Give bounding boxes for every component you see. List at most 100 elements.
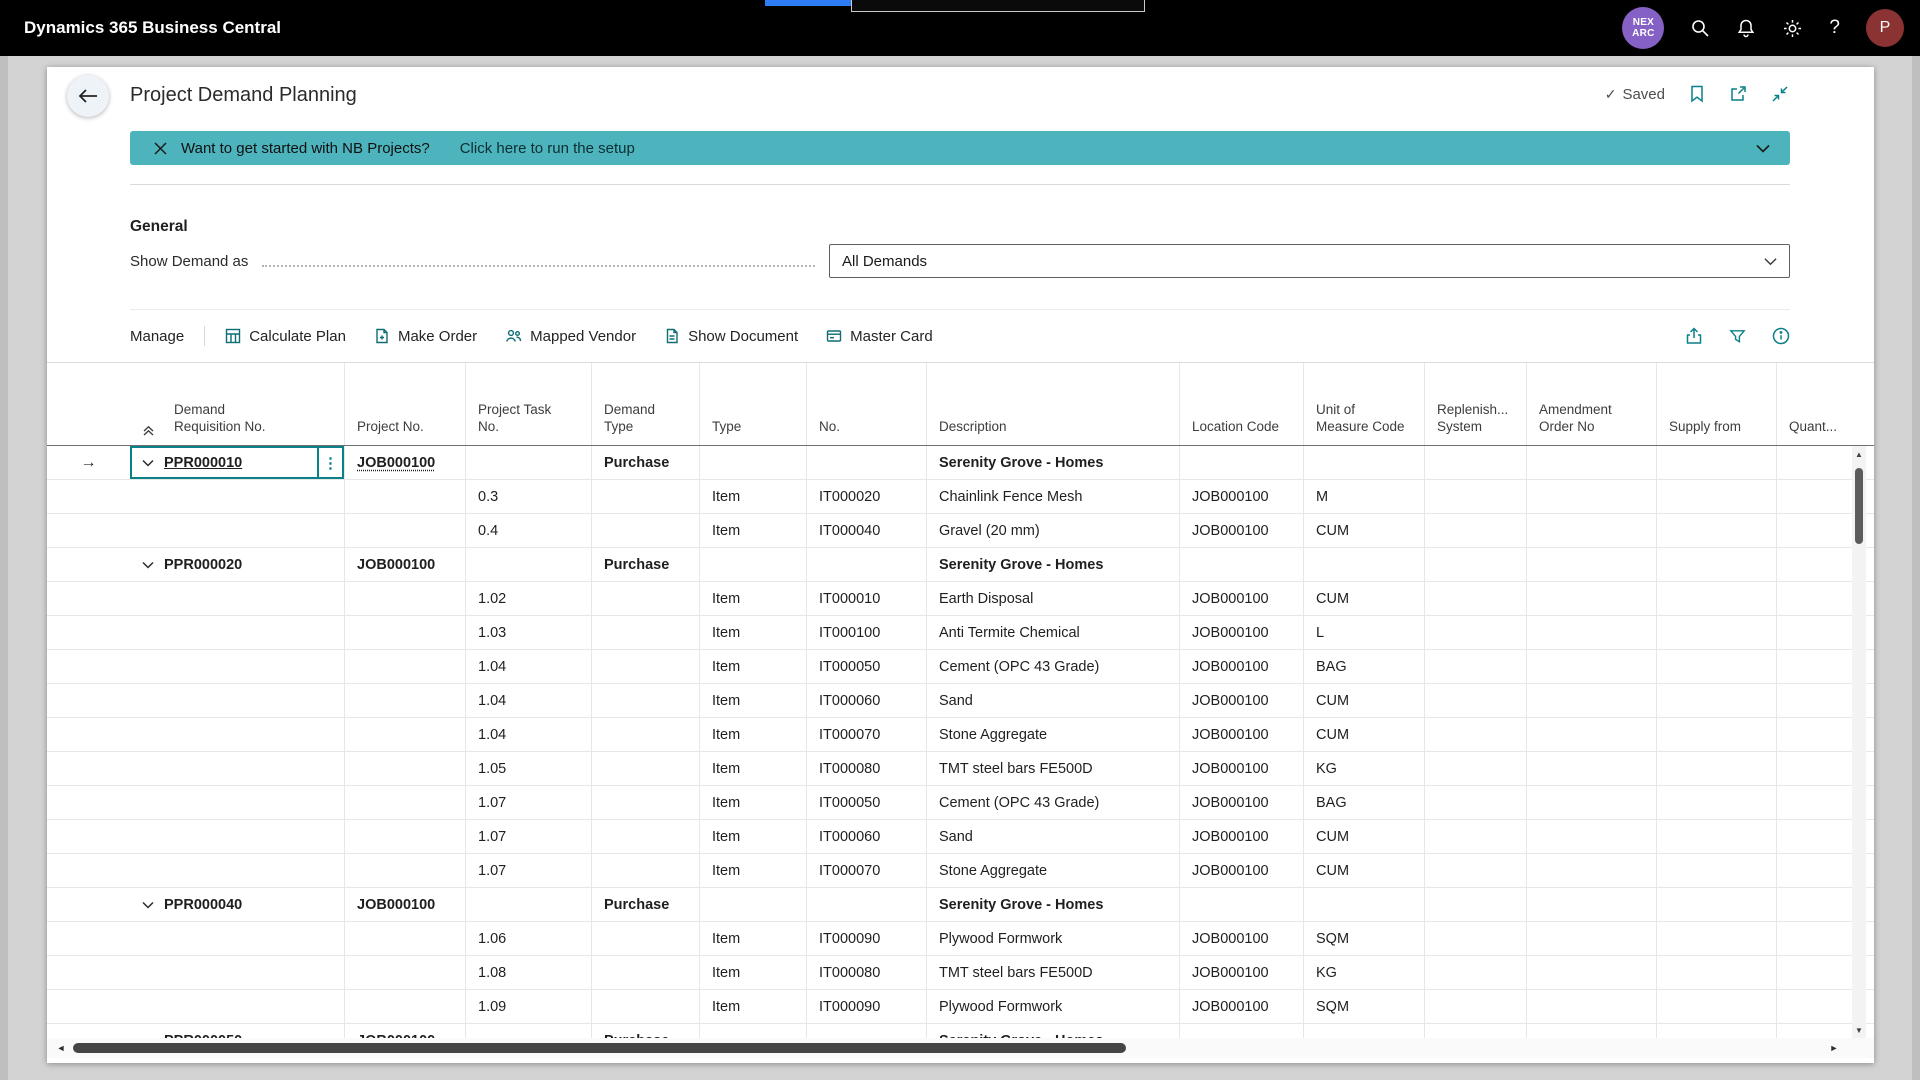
- cell-description[interactable]: Sand: [926, 820, 1179, 853]
- cell-location[interactable]: JOB000100: [1179, 752, 1303, 785]
- cell-req[interactable]: [130, 752, 344, 785]
- cell-supply[interactable]: [1656, 650, 1776, 683]
- cell-uom[interactable]: [1303, 1024, 1424, 1038]
- cell-replenish[interactable]: [1424, 616, 1526, 649]
- cell-project[interactable]: [344, 616, 465, 649]
- search-icon[interactable]: [1690, 18, 1710, 38]
- cell-task[interactable]: [465, 446, 591, 479]
- cell-type[interactable]: Item: [699, 650, 806, 683]
- cell-project[interactable]: JOB000100: [344, 446, 465, 479]
- grid-detail-row[interactable]: 1.07ItemIT000060SandJOB000100CUM: [47, 820, 1874, 854]
- cell-project[interactable]: [344, 820, 465, 853]
- cell-type[interactable]: Item: [699, 990, 806, 1023]
- cell-req[interactable]: [130, 514, 344, 547]
- cell-supply[interactable]: [1656, 820, 1776, 853]
- cell-description[interactable]: Chainlink Fence Mesh: [926, 480, 1179, 513]
- cell-no[interactable]: IT000050: [806, 786, 926, 819]
- cell-amendment[interactable]: [1526, 786, 1656, 819]
- cell-description[interactable]: Serenity Grove - Homes: [926, 446, 1179, 479]
- filter-icon[interactable]: [1729, 328, 1746, 344]
- cell-replenish[interactable]: [1424, 480, 1526, 513]
- cell-task[interactable]: 1.03: [465, 616, 591, 649]
- cell-supply[interactable]: [1656, 718, 1776, 751]
- cell-req[interactable]: PPR000040: [130, 888, 344, 921]
- cell-location[interactable]: JOB000100: [1179, 922, 1303, 955]
- cell-req[interactable]: [130, 480, 344, 513]
- cell-demand-type[interactable]: [591, 956, 699, 989]
- cell-amendment[interactable]: [1526, 718, 1656, 751]
- column-header-no[interactable]: No.: [806, 363, 926, 445]
- column-header-type[interactable]: Type: [699, 363, 806, 445]
- cell-type[interactable]: Item: [699, 786, 806, 819]
- combobox-chevron-down-icon[interactable]: [1764, 257, 1777, 266]
- column-header-description[interactable]: Description: [926, 363, 1179, 445]
- cell-no[interactable]: IT000060: [806, 820, 926, 853]
- cell-no[interactable]: IT000060: [806, 684, 926, 717]
- cell-description[interactable]: Serenity Grove - Homes: [926, 1024, 1179, 1038]
- cell-supply[interactable]: [1656, 752, 1776, 785]
- cell-amendment[interactable]: [1526, 1024, 1656, 1038]
- vertical-scrollbar-thumb[interactable]: [1855, 468, 1863, 544]
- cell-description[interactable]: Stone Aggregate: [926, 718, 1179, 751]
- cell-project[interactable]: [344, 684, 465, 717]
- banner-chevron-down-icon[interactable]: [1756, 144, 1770, 153]
- cell-type[interactable]: Item: [699, 922, 806, 955]
- scroll-up-arrow[interactable]: ▲: [1852, 446, 1866, 462]
- cell-amendment[interactable]: [1526, 514, 1656, 547]
- info-icon[interactable]: [1772, 327, 1790, 345]
- cell-location[interactable]: [1179, 548, 1303, 581]
- grid-group-row[interactable]: PPR000020JOB000100PurchaseSerenity Grove…: [47, 548, 1874, 582]
- cell-amendment[interactable]: [1526, 616, 1656, 649]
- master-card-button[interactable]: Master Card: [826, 328, 933, 345]
- cell-project[interactable]: JOB000100: [344, 1024, 465, 1038]
- cell-location[interactable]: [1179, 888, 1303, 921]
- cell-demand-type[interactable]: Purchase: [591, 548, 699, 581]
- cell-replenish[interactable]: [1424, 650, 1526, 683]
- cell-replenish[interactable]: [1424, 820, 1526, 853]
- cell-supply[interactable]: [1656, 990, 1776, 1023]
- cell-supply[interactable]: [1656, 446, 1776, 479]
- column-header-demand-type[interactable]: DemandType: [591, 363, 699, 445]
- cell-supply[interactable]: [1656, 480, 1776, 513]
- cell-replenish[interactable]: [1424, 888, 1526, 921]
- cell-location[interactable]: JOB000100: [1179, 956, 1303, 989]
- cell-task[interactable]: 0.4: [465, 514, 591, 547]
- column-header-location[interactable]: Location Code: [1179, 363, 1303, 445]
- scroll-right-arrow[interactable]: ►: [1824, 1038, 1844, 1058]
- cell-task[interactable]: 1.06: [465, 922, 591, 955]
- cell-task[interactable]: [465, 548, 591, 581]
- cell-req[interactable]: PPR000050: [130, 1024, 344, 1038]
- environment-badge[interactable]: NEX ARC: [1622, 7, 1664, 49]
- cell-supply[interactable]: [1656, 956, 1776, 989]
- cell-description[interactable]: TMT steel bars FE500D: [926, 956, 1179, 989]
- app-title[interactable]: Dynamics 365 Business Central: [24, 18, 281, 38]
- cell-location[interactable]: JOB000100: [1179, 854, 1303, 887]
- cell-demand-type[interactable]: [591, 786, 699, 819]
- cell-no[interactable]: IT000080: [806, 752, 926, 785]
- grid-detail-row[interactable]: 1.06ItemIT000090Plywood FormworkJOB00010…: [47, 922, 1874, 956]
- cell-uom[interactable]: SQM: [1303, 990, 1424, 1023]
- cell-project[interactable]: [344, 956, 465, 989]
- cell-replenish[interactable]: [1424, 582, 1526, 615]
- cell-replenish[interactable]: [1424, 446, 1526, 479]
- cell-project[interactable]: [344, 480, 465, 513]
- grid-detail-row[interactable]: 1.09ItemIT000090Plywood FormworkJOB00010…: [47, 990, 1874, 1024]
- cell-location[interactable]: JOB000100: [1179, 514, 1303, 547]
- cell-project[interactable]: JOB000100: [344, 888, 465, 921]
- grid-detail-row[interactable]: 1.03ItemIT000100Anti Termite ChemicalJOB…: [47, 616, 1874, 650]
- cell-no[interactable]: [806, 888, 926, 921]
- grid-detail-row[interactable]: 0.4ItemIT000040Gravel (20 mm)JOB000100CU…: [47, 514, 1874, 548]
- cell-no[interactable]: IT000070: [806, 854, 926, 887]
- grid-detail-row[interactable]: 1.07ItemIT000050Cement (OPC 43 Grade)JOB…: [47, 786, 1874, 820]
- cell-req[interactable]: [130, 718, 344, 751]
- cell-description[interactable]: Cement (OPC 43 Grade): [926, 650, 1179, 683]
- cell-task[interactable]: 1.08: [465, 956, 591, 989]
- cell-description[interactable]: TMT steel bars FE500D: [926, 752, 1179, 785]
- horizontal-scrollbar-thumb[interactable]: [73, 1043, 1126, 1053]
- collapse-all-rows-icon[interactable]: [142, 424, 155, 436]
- cell-req[interactable]: [130, 616, 344, 649]
- project-no-link[interactable]: JOB000100: [357, 455, 435, 471]
- grid-detail-row[interactable]: 1.04ItemIT000050Cement (OPC 43 Grade)JOB…: [47, 650, 1874, 684]
- grid-detail-row[interactable]: 0.3ItemIT000020Chainlink Fence MeshJOB00…: [47, 480, 1874, 514]
- profile-avatar[interactable]: P: [1866, 9, 1904, 47]
